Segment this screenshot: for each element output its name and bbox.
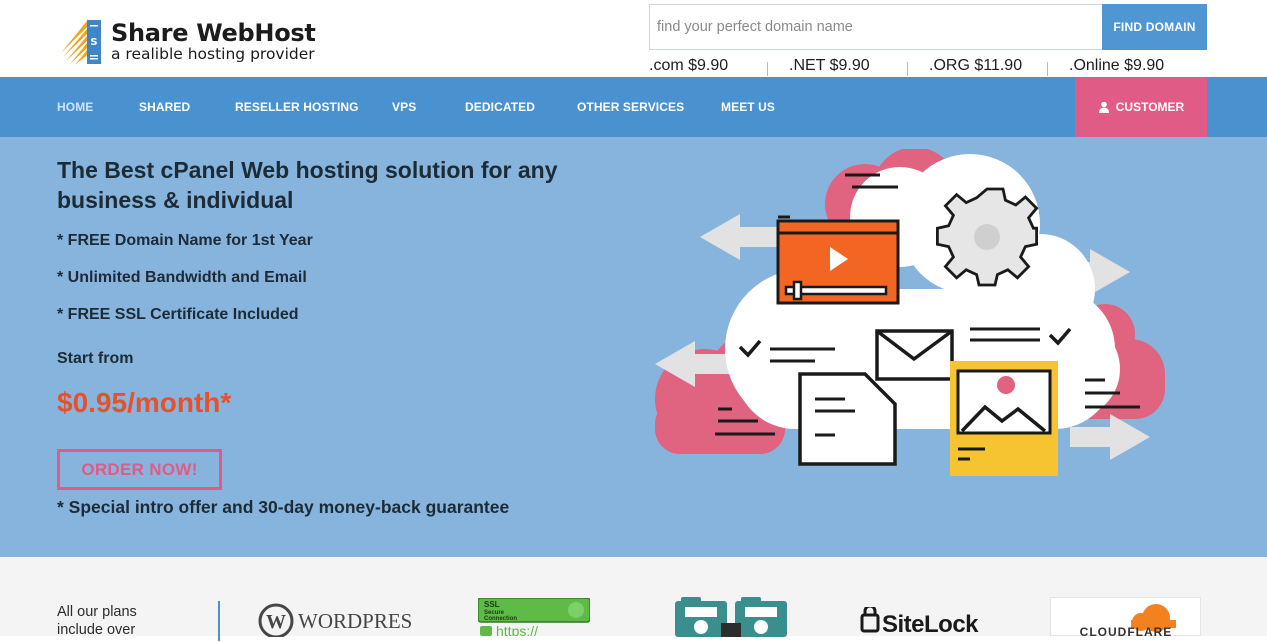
sitelock-wordmark: SiteLock bbox=[882, 611, 979, 637]
tld-separator bbox=[907, 62, 908, 76]
main-nav: HOME SHARED RESELLER HOSTING VPS DEDICAT… bbox=[0, 77, 1267, 137]
nav-item-meet-us[interactable]: MEET US bbox=[721, 77, 775, 137]
tld-price-item: .com $9.90 bbox=[649, 56, 789, 76]
feature-item: * FREE Domain Name for 1st Year bbox=[57, 232, 313, 249]
user-icon bbox=[1098, 101, 1109, 113]
tld-ext: .ORG bbox=[929, 57, 970, 74]
tld-price: $9.90 bbox=[688, 57, 729, 74]
nav-item-vps[interactable]: VPS bbox=[392, 77, 416, 137]
brand-name: Share WebHost bbox=[111, 18, 316, 47]
nav-item-reseller-hosting[interactable]: RESELLER HOSTING bbox=[235, 77, 359, 137]
ssl-badge-logo: SSL Secure Connection https:// bbox=[477, 597, 591, 641]
image-card-icon bbox=[950, 361, 1058, 476]
feature-item: * Unlimited Bandwidth and Email bbox=[57, 269, 307, 286]
tld-price: $9.90 bbox=[829, 57, 870, 74]
order-now-button[interactable]: ORDER NOW! bbox=[57, 449, 222, 490]
nav-item-home[interactable]: HOME bbox=[57, 77, 93, 137]
tld-price-item: .ORG $11.90 bbox=[907, 56, 1069, 76]
ssl-connection: Connection bbox=[484, 616, 517, 622]
nav-item-dedicated[interactable]: DEDICATED bbox=[465, 77, 535, 137]
feature-item: * FREE SSL Certificate Included bbox=[57, 306, 299, 323]
tld-ext: .com bbox=[649, 57, 684, 74]
tld-price-item: .Online $9.90 bbox=[1047, 56, 1209, 76]
partners-strip: All our plans include over W WORDPRESS S… bbox=[0, 557, 1267, 641]
domain-search-input[interactable] bbox=[649, 4, 1102, 50]
find-domain-button[interactable]: FIND DOMAIN bbox=[1102, 4, 1207, 50]
site-logo[interactable]: S Share WebHost a realible hosting provi… bbox=[57, 19, 316, 65]
svg-text:W: W bbox=[266, 611, 286, 633]
guarantee-text: * Special intro offer and 30-day money-b… bbox=[57, 497, 510, 517]
backup-folders-logo bbox=[675, 597, 787, 642]
brand-tagline: a realible hosting provider bbox=[111, 44, 315, 63]
partners-intro: All our plans include over bbox=[57, 604, 137, 638]
logo-letter: S bbox=[90, 37, 97, 48]
sitelock-logo: SiteLock bbox=[860, 604, 1000, 642]
hero-section: The Best cPanel Web hosting solution for… bbox=[0, 137, 1267, 557]
partners-divider bbox=[218, 601, 220, 641]
domain-search-form: FIND DOMAIN bbox=[649, 4, 1207, 50]
tld-price: $9.90 bbox=[1124, 57, 1165, 74]
site-header: S Share WebHost a realible hosting provi… bbox=[0, 0, 1267, 77]
cloudflare-wordmark: CLOUDFLARE bbox=[1080, 625, 1173, 637]
tld-separator bbox=[1047, 62, 1048, 76]
nav-item-other-services[interactable]: OTHER SERVICES bbox=[577, 77, 684, 137]
ssl-url: https:// bbox=[496, 623, 538, 636]
customer-button[interactable]: CUSTOMER bbox=[1075, 77, 1207, 137]
ssl-label: SSL bbox=[484, 600, 500, 609]
envelope-icon bbox=[875, 329, 954, 381]
wordpress-wordmark: WORDPRESS bbox=[298, 609, 413, 633]
tld-ext: .NET bbox=[789, 57, 826, 74]
cloud-hosting-illustration bbox=[655, 149, 1165, 476]
tld-price-item: .NET $9.90 bbox=[767, 56, 929, 76]
tld-price: $11.90 bbox=[974, 57, 1023, 74]
hero-price: $0.95/month* bbox=[57, 387, 232, 418]
tld-price-list: .com $9.90 .NET $9.90 .ORG $11.90 .Onlin… bbox=[649, 56, 1209, 76]
hero-title: The Best cPanel Web hosting solution for… bbox=[57, 157, 558, 213]
gear-icon bbox=[935, 187, 1039, 287]
customer-label: CUSTOMER bbox=[1115, 100, 1185, 114]
tld-separator bbox=[767, 62, 768, 76]
document-icon bbox=[798, 372, 897, 466]
start-from-label: Start from bbox=[57, 350, 134, 367]
nav-item-shared[interactable]: SHARED bbox=[139, 77, 190, 137]
video-window-icon bbox=[776, 219, 900, 305]
logo-fan-icon: S bbox=[57, 19, 105, 65]
cloudflare-logo: CLOUDFLARE bbox=[1050, 597, 1201, 639]
tld-ext: .Online bbox=[1069, 57, 1120, 74]
